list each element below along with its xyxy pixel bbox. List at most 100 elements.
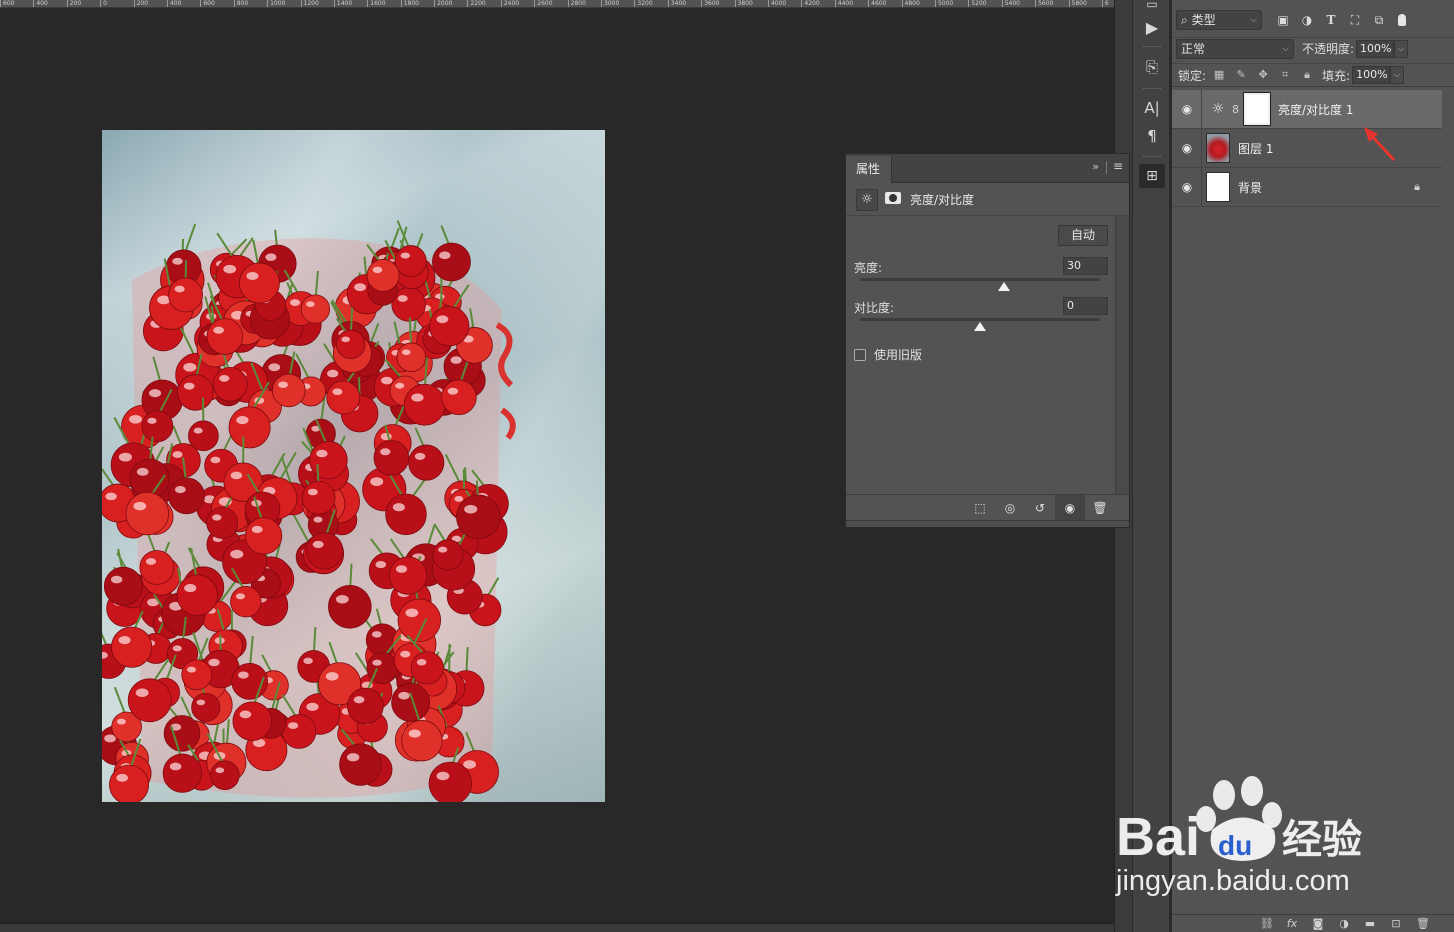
play-icon[interactable]: ▶ [1139,15,1165,39]
brightness-icon[interactable]: ☼ [856,188,878,211]
layer-name[interactable]: 亮度/对比度 1 [1278,101,1354,118]
legacy-checkbox[interactable] [854,348,866,361]
ruler-tick: 400 [166,0,200,7]
layer-name[interactable]: 图层 1 [1238,140,1273,157]
link-icon[interactable]: ⛓ [1260,917,1274,930]
horizontal-ruler: 600 400 200 0 200 400 600 800 1000 1200 1400 1600 18… [0,0,1114,8]
collapse-icon[interactable]: » [1092,160,1099,173]
eye-icon[interactable]: ◉ [1055,494,1085,521]
mask-icon[interactable]: ◙ [1312,917,1324,930]
layer-row-background[interactable]: ◉ 背景 🔒︎ [1172,168,1442,207]
paragraph-icon[interactable]: ¶ [1139,124,1165,148]
layer-row-brightness-contrast[interactable]: ◉ ☼ 8 亮度/对比度 1 [1172,90,1442,129]
brush-settings-icon[interactable]: ⎘ [1139,55,1165,79]
opacity-input[interactable]: 100% [1356,39,1395,58]
opacity-dropdown-icon[interactable]: ⌵ [1394,39,1409,58]
ruler-tick: 2800 [567,0,601,7]
blend-row: 正常 ⌵ 不透明度: 100% ⌵ [1172,37,1454,59]
adjustment-filter-icon[interactable]: ◑ [1300,13,1314,28]
clip-to-layer-icon[interactable]: ⬚ [965,495,995,521]
ruler-tick: 4000 [767,0,801,7]
layer-kind-select[interactable]: ⌕ 类型 ⌵ [1176,10,1262,30]
layer-thumbnail [1206,172,1230,202]
legacy-option[interactable]: 使用旧版 [854,346,922,363]
layer-name[interactable]: 背景 [1238,179,1262,196]
cherry-pile [102,220,516,802]
panel-menu-icon[interactable]: ≡ [1113,159,1123,173]
ruler-tick: 0 [100,0,133,7]
legacy-label: 使用旧版 [874,348,923,362]
ruler-tick: 4600 [868,0,901,7]
ruler-tick: 2600 [534,0,567,7]
type-filter-icon[interactable]: T [1324,13,1338,28]
eye-icon[interactable]: ◉ [1172,180,1202,194]
fill-dropdown-icon[interactable]: ⌵ [1390,66,1405,84]
lock-icon: 🔒︎ [1414,180,1420,193]
trash-icon[interactable]: 🗑︎ [1416,917,1430,930]
ruler-tick: 200 [133,0,167,7]
ruler-tick: 4800 [901,0,935,7]
properties-scrollbar[interactable] [1115,216,1129,494]
dock-separator [1143,46,1161,48]
layer-row-image[interactable]: ◉ 图层 1 [1172,129,1442,168]
shape-filter-icon[interactable]: ⛶ [1348,13,1362,28]
opacity-label: 不透明度: [1302,42,1355,56]
layer-mask-thumbnail[interactable] [1243,92,1271,126]
ruler-tick: 3600 [701,0,734,7]
fill-label: 填充: [1322,68,1351,83]
cherry [103,548,143,606]
link-icon[interactable]: 8 [1232,103,1242,116]
chevron-down-icon: ⌵ [1250,15,1257,25]
ruler-tick: 200 [66,0,100,7]
ruler-tick: 5000 [934,0,968,7]
lock-pixels-icon[interactable]: ✎ [1234,68,1248,82]
ruler-tick: 3200 [634,0,667,7]
lock-all-icon[interactable]: 🔒︎ [1300,68,1314,82]
fill-input[interactable]: 100% [1352,66,1391,84]
properties-panel-icon[interactable]: ⊞ [1139,164,1165,188]
fx-icon[interactable]: fx [1286,917,1298,930]
eye-icon[interactable]: ◉ [1172,141,1202,155]
image-filter-icon[interactable]: ▣ [1276,13,1290,28]
brightness-slider-track[interactable] [860,278,1100,281]
mask-icon[interactable] [882,189,904,211]
header-divider [1106,161,1107,174]
reset-icon[interactable]: ↺ [1025,495,1055,521]
ruler-tick: 6 [1101,0,1114,7]
brightness-icon: ☼ [1211,101,1225,117]
new-layer-icon[interactable]: ⊡ [1390,917,1402,930]
brightness-input[interactable]: 30 [1063,257,1108,275]
contrast-slider-thumb[interactable] [974,322,986,331]
auto-button[interactable]: 自动 [1058,225,1108,246]
lock-artboard-icon[interactable]: ⌗ [1278,68,1292,82]
dock-separator [1143,156,1161,158]
ruler-tick: 5200 [968,0,1001,7]
lock-transparency-icon[interactable]: ▦ [1212,68,1226,82]
ruler-tick: 5800 [1068,0,1102,7]
ruler-tick: 2000 [434,0,467,7]
filter-toggle-icon[interactable] [1398,14,1406,26]
trash-icon[interactable]: 🗑︎ [1085,495,1115,521]
smart-object-filter-icon[interactable]: ⧉ [1372,13,1386,28]
blend-mode-value: 正常 [1181,41,1206,56]
tab-properties[interactable]: 属性 [846,156,892,183]
view-previous-state-icon[interactable]: ◎ [995,495,1025,521]
adjustment-icon[interactable]: ◑ [1338,917,1350,930]
layer-kind-label: 类型 [1191,13,1216,27]
horizontal-scrollbar[interactable] [0,923,1114,932]
ruler-tick: 400 [33,0,66,7]
contrast-input[interactable]: 0 [1063,297,1108,315]
chevron-down-icon: ⌵ [1282,43,1289,54]
contrast-slider-track[interactable] [860,318,1100,321]
ruler-tick: 5400 [1001,0,1035,7]
eye-icon[interactable]: ◉ [1172,102,1202,116]
folder-icon[interactable]: ▬ [1364,917,1376,930]
history-icon[interactable]: ▭ [1139,0,1165,16]
lock-position-icon[interactable]: ✥ [1256,68,1270,82]
brightness-slider-thumb[interactable] [998,282,1010,291]
ruler-tick: 4400 [834,0,868,7]
blend-mode-select[interactable]: 正常 ⌵ [1176,38,1294,59]
search-icon: ⌕ [1181,13,1188,27]
resize-grip[interactable] [846,520,1129,527]
character-icon[interactable]: A| [1139,96,1165,120]
